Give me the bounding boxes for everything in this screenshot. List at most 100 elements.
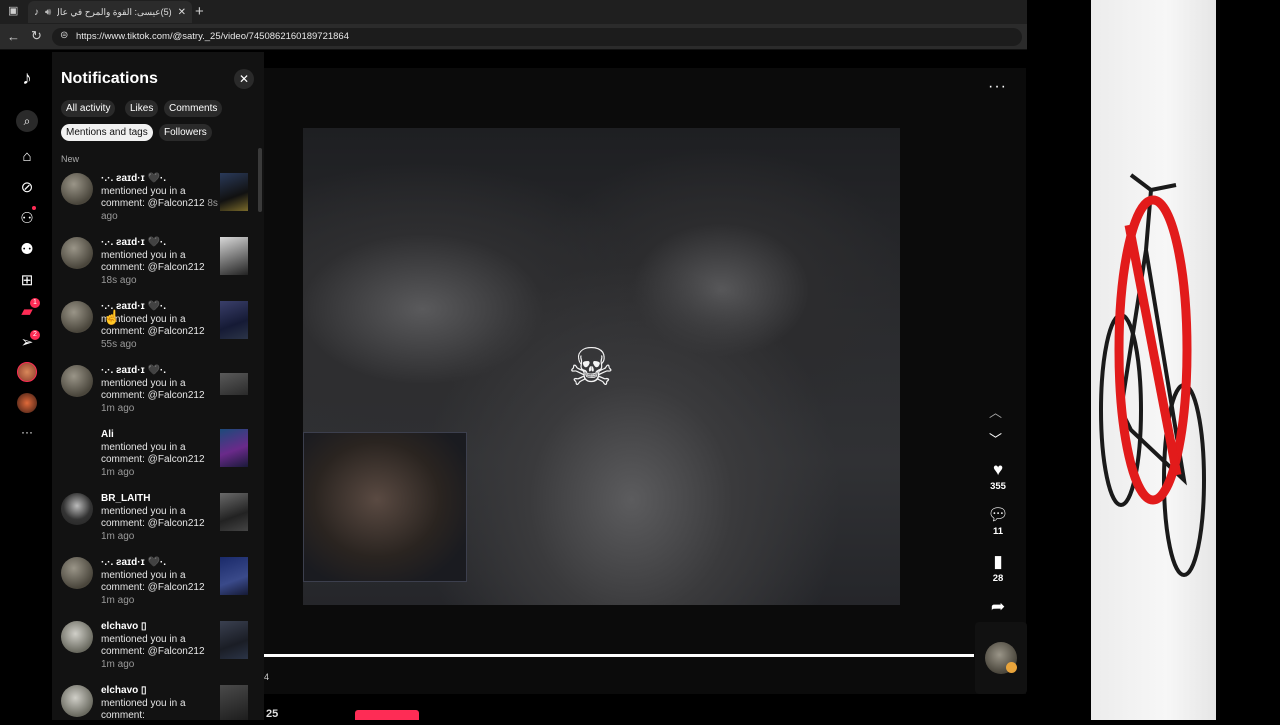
avatar[interactable] — [61, 621, 93, 653]
tab-title: (5)عيسى: القوة والمرح في عال... — [57, 6, 172, 17]
list-item[interactable]: elchavo ▯ mentioned you in a comment: — [61, 685, 257, 720]
notification-message: mentioned you in a comment: @Falcon212 — [101, 185, 205, 210]
notification-username: elchavo ▯ — [101, 685, 147, 696]
explore-icon[interactable]: ⊘ — [17, 177, 37, 197]
browser-tab[interactable]: ♪ 🔊︎ (5)عيسى: القوة والمرح في عال... ✕ — [28, 1, 192, 23]
filter-mentions-and-tags[interactable]: Mentions and tags — [61, 124, 153, 141]
comment-action[interactable]: 💬︎ 11 — [985, 505, 1011, 537]
list-item[interactable]: Ali mentioned you in a comment: @Falcon2… — [61, 429, 257, 489]
avatar[interactable] — [61, 301, 93, 333]
video-progress-bar[interactable] — [264, 654, 974, 657]
friends-icon[interactable]: ⚉ — [17, 239, 37, 259]
list-item[interactable]: ·.·. ƨaɪd·ɪ 🖤·. mentioned you in a comme… — [61, 365, 257, 425]
bookmark-icon[interactable]: ▮ — [985, 552, 1011, 572]
panel-title: Notifications — [61, 70, 158, 87]
filter-comments[interactable]: Comments — [164, 100, 223, 117]
heart-icon[interactable]: ♥ — [985, 460, 1011, 480]
notification-time: 18s ago — [101, 274, 137, 286]
following-icon[interactable]: ⚇ — [17, 208, 37, 228]
list-item[interactable]: ·.·. ƨaɪd·ɪ 🖤·. mentioned you in a comme… — [61, 301, 257, 361]
video-thumbnail[interactable] — [220, 685, 248, 720]
like-action[interactable]: ♥ 355 — [985, 460, 1011, 492]
webcam-overlay — [303, 432, 467, 582]
follow-badge-icon[interactable] — [1006, 662, 1017, 673]
avatar[interactable] — [61, 365, 93, 397]
skull-emoji-overlay: ☠ — [568, 339, 615, 397]
audio-playing-icon[interactable]: 🔊︎ — [45, 7, 51, 18]
notification-message: mentioned you in a comment: @Falcon212 — [101, 249, 205, 274]
profile-avatar[interactable] — [17, 362, 37, 382]
notification-message: mentioned you in a comment: @Falcon212 — [101, 505, 205, 530]
list-item[interactable]: ·.·. ƨaɪd·ɪ 🖤·. mentioned you in a comme… — [61, 237, 257, 297]
more-options-icon[interactable]: ··· — [17, 422, 37, 442]
no-bicycle-image — [1091, 0, 1216, 720]
save-count: 28 — [992, 573, 1004, 584]
avatar[interactable] — [61, 173, 93, 205]
video-thumbnail[interactable] — [220, 237, 248, 275]
next-video-icon[interactable]: ﹀ — [989, 429, 1002, 448]
address-toolbar: ← ↻ ⊜ https://www.tiktok.com/@satry._25/… — [0, 24, 1027, 50]
filter-likes[interactable]: Likes — [125, 100, 159, 117]
notifications-panel: Notifications ✕ All activity Likes Comme… — [52, 52, 264, 720]
search-icon[interactable]: ⌕ — [16, 110, 38, 132]
filter-all-activity[interactable]: All activity — [61, 100, 116, 117]
avatar[interactable] — [61, 557, 93, 589]
video-thumbnail[interactable] — [220, 493, 248, 531]
notification-time: 55s ago — [101, 338, 137, 350]
notification-username: ·.·. ƨaɪd·ɪ 🖤·. — [101, 365, 166, 376]
tiktok-logo-icon[interactable]: ♪ — [17, 68, 37, 89]
list-item[interactable]: ·.·. ƨaɪd·ɪ 🖤·. mentioned you in a comme… — [61, 557, 257, 617]
notification-message: mentioned you in a comment: @Falcon212 — [101, 377, 205, 402]
video-thumbnail[interactable] — [220, 373, 248, 395]
bottom-counter: 25 — [266, 708, 279, 720]
panel-scrollbar[interactable] — [258, 148, 262, 212]
notification-time: 1m ago — [101, 530, 135, 542]
filter-followers[interactable]: Followers — [159, 124, 212, 141]
close-panel-button[interactable]: ✕ — [234, 69, 254, 89]
live-avatar[interactable] — [17, 393, 37, 413]
list-item[interactable]: BR_LAITH mentioned you in a comment: @Fa… — [61, 493, 257, 553]
video-thumbnail[interactable] — [220, 429, 248, 467]
notification-message: mentioned you in a comment: @Falcon212 — [101, 441, 205, 466]
notification-message: mentioned you in a comment: @Falcon212 — [101, 569, 205, 594]
notification-text: ·.·. ƨaɪd·ɪ 🖤·. mentioned you in a comme… — [101, 557, 219, 607]
left-nav-rail: ♪ ⌕ ⌂ ⊘ ⚇ ⚉ ⊞ ▰ 1 ➢ 2 ··· — [0, 52, 52, 720]
share-action[interactable]: ➦ — [985, 597, 1011, 617]
video-thumbnail[interactable] — [220, 621, 248, 659]
video-thumbnail[interactable] — [220, 173, 248, 211]
notification-time: 1m ago — [101, 658, 135, 670]
video-thumbnail[interactable] — [220, 301, 248, 339]
comment-icon[interactable]: 💬︎ — [985, 505, 1011, 525]
back-icon[interactable]: ← — [7, 30, 20, 43]
close-tab-icon[interactable]: ✕ — [178, 7, 186, 18]
window-menu-icon[interactable]: ▣ — [8, 6, 18, 17]
avatar[interactable] — [61, 429, 93, 461]
site-info-icon[interactable]: ⊜ — [60, 31, 68, 41]
creator-avatar-card[interactable] — [975, 622, 1027, 694]
list-item[interactable]: elchavo ▯ mentioned you in a comment: @F… — [61, 621, 257, 681]
avatar[interactable] — [61, 493, 93, 525]
home-icon[interactable]: ⌂ — [17, 146, 37, 166]
avatar[interactable] — [61, 685, 93, 717]
notification-username: Ali — [101, 429, 114, 440]
address-bar[interactable]: ⊜ https://www.tiktok.com/@satry._25/vide… — [52, 28, 1022, 46]
following-dot — [32, 206, 36, 210]
new-tab-button[interactable]: + — [195, 4, 204, 19]
section-label-new: New — [61, 154, 80, 164]
comment-count: 11 — [992, 526, 1004, 537]
avatar[interactable] — [61, 237, 93, 269]
browser-tab-bar: ▣ ♪ 🔊︎ (5)عيسى: القوة والمرح في عال... ✕… — [0, 0, 1027, 24]
save-action[interactable]: ▮ 28 — [985, 552, 1011, 584]
reload-icon[interactable]: ↻ — [31, 29, 42, 42]
previous-video-icon[interactable]: ︿ — [989, 402, 1002, 421]
notification-time: 1m ago — [101, 466, 135, 478]
share-icon[interactable]: ➦ — [985, 597, 1011, 617]
notification-text: elchavo ▯ mentioned you in a comment: @F… — [101, 621, 219, 671]
pink-action-bar[interactable] — [355, 710, 419, 720]
notification-username: elchavo ▯ — [101, 621, 147, 632]
video-thumbnail[interactable] — [220, 557, 248, 595]
more-options-button[interactable]: ··· — [988, 78, 1007, 96]
list-item[interactable]: ·.·. ƨaɪd·ɪ 🖤·. mentioned you in a comme… — [61, 173, 257, 233]
notification-username: ·.·. ƨaɪd·ɪ 🖤·. — [101, 237, 166, 248]
upload-icon[interactable]: ⊞ — [17, 270, 37, 290]
